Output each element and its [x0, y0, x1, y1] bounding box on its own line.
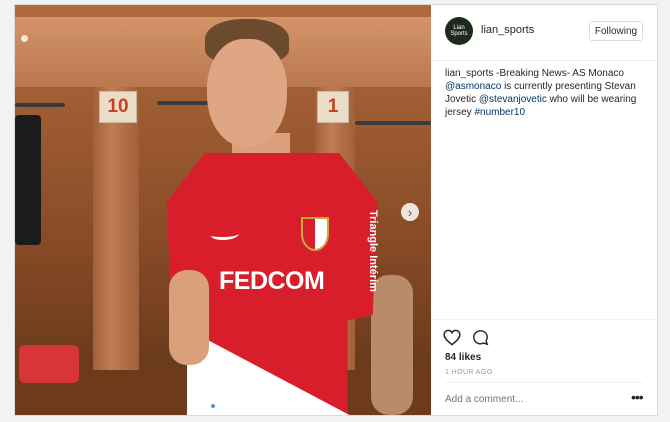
hashtag-link[interactable]: #number10	[474, 107, 525, 118]
mention-link[interactable]: @asmonaco	[445, 81, 501, 92]
locker-number-10: 10	[99, 91, 137, 123]
chevron-right-icon[interactable]: ›	[401, 203, 419, 221]
photo-indicator-icon	[21, 35, 28, 42]
comment-icon[interactable]	[471, 328, 489, 346]
post-sidebar: Lian Sports lian_sports Following lian_s…	[431, 5, 657, 415]
player-face	[207, 39, 287, 147]
sleeve-sponsor: Triangle Intérim	[367, 210, 379, 292]
avatar[interactable]: Lian Sports	[445, 17, 473, 45]
post-photo[interactable]: 10 1 FEDCOM Triangle Intérim ›	[15, 5, 431, 415]
carousel-dots	[211, 404, 229, 408]
username-link[interactable]: lian_sports	[481, 24, 534, 36]
carousel-dot	[218, 404, 222, 408]
carousel-dot	[225, 404, 229, 408]
instagram-post-card: 10 1 FEDCOM Triangle Intérim › Lian Spor…	[14, 4, 658, 416]
post-header: Lian Sports lian_sports Following	[431, 5, 657, 61]
caption-author-link[interactable]: lian_sports	[445, 68, 493, 79]
tattooed-arm	[371, 275, 413, 415]
hanging-clothes	[15, 115, 41, 245]
hanger-rail	[355, 121, 431, 125]
hanger-rail	[15, 103, 65, 107]
locker-divider	[93, 87, 139, 415]
more-options-icon[interactable]: •••	[631, 389, 644, 405]
club-crest-icon	[301, 217, 329, 251]
post-actions: 84 likes 1 HOUR AGO •••	[431, 319, 657, 416]
thumbs-up-hand	[169, 270, 209, 365]
comment-bar: •••	[445, 382, 644, 413]
post-caption: lian_sports -Breaking News- AS Monaco @a…	[445, 67, 645, 119]
like-count[interactable]: 84 likes	[445, 352, 481, 363]
jersey-sponsor: FEDCOM	[219, 267, 325, 295]
carousel-dot-active	[211, 404, 215, 408]
following-button[interactable]: Following	[589, 21, 643, 41]
post-timestamp[interactable]: 1 HOUR AGO	[445, 369, 493, 376]
heart-icon[interactable]	[443, 328, 461, 346]
caption-text: -Breaking News- AS Monaco	[493, 68, 624, 79]
mention-link[interactable]: @stevanjovetic	[479, 94, 547, 105]
locker-number-1: 1	[317, 91, 349, 123]
folded-clothes	[19, 345, 79, 383]
comment-input[interactable]	[445, 391, 615, 407]
